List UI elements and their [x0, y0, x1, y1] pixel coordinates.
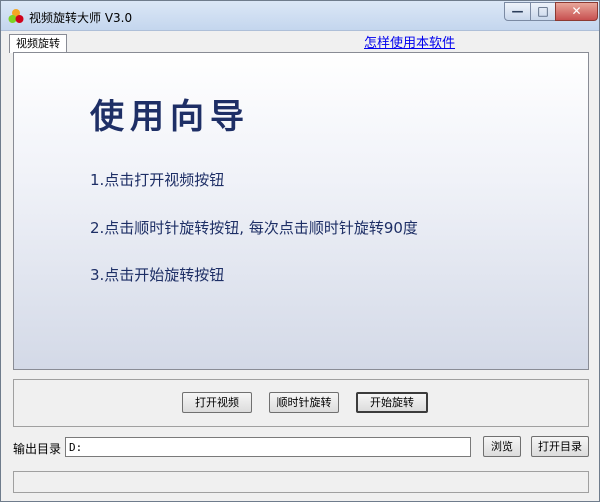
guide-step-2: 2.点击顺时针旋转按钮, 每次点击顺时针旋转90度 — [90, 219, 418, 237]
browse-button[interactable]: 浏览 — [483, 436, 521, 457]
status-bar — [13, 471, 589, 493]
output-dir-input[interactable] — [65, 437, 471, 457]
help-link[interactable]: 怎样使用本软件 — [364, 32, 455, 51]
guide-step-1: 1.点击打开视频按钮 — [90, 171, 225, 189]
tab-video-rotate[interactable]: 视频旋转 — [9, 34, 67, 53]
minimize-button[interactable]: — — [504, 2, 531, 21]
close-icon: ✕ — [571, 4, 582, 18]
minimize-icon: — — [511, 4, 524, 18]
app-icon — [8, 9, 24, 23]
guide-title: 使用向导 — [90, 97, 250, 137]
output-dir-label: 输出目录 — [13, 442, 62, 456]
rotate-clockwise-button[interactable]: 顺时针旋转 — [269, 392, 339, 413]
maximize-button[interactable]: □ — [530, 2, 556, 21]
action-button-group: 打开视频 顺时针旋转 开始旋转 — [13, 379, 589, 427]
maximize-icon: □ — [537, 4, 549, 18]
window-title: 视频旋转大师 V3.0 — [29, 11, 133, 25]
guide-step-3: 3.点击开始旋转按钮 — [90, 266, 225, 284]
app-window: 视频旋转大师 V3.0 — □ ✕ 视频旋转 怎样使用本软件 使用向导 1.点击… — [0, 0, 600, 502]
title-bar[interactable]: 视频旋转大师 V3.0 — □ ✕ — [1, 1, 599, 31]
start-rotate-button[interactable]: 开始旋转 — [356, 392, 428, 413]
open-video-button[interactable]: 打开视频 — [182, 392, 252, 413]
open-dir-button[interactable]: 打开目录 — [531, 436, 589, 457]
guide-panel: 使用向导 1.点击打开视频按钮 2.点击顺时针旋转按钮, 每次点击顺时针旋转90… — [13, 52, 589, 370]
tab-strip: 视频旋转 — [9, 34, 593, 53]
close-button[interactable]: ✕ — [555, 2, 598, 21]
